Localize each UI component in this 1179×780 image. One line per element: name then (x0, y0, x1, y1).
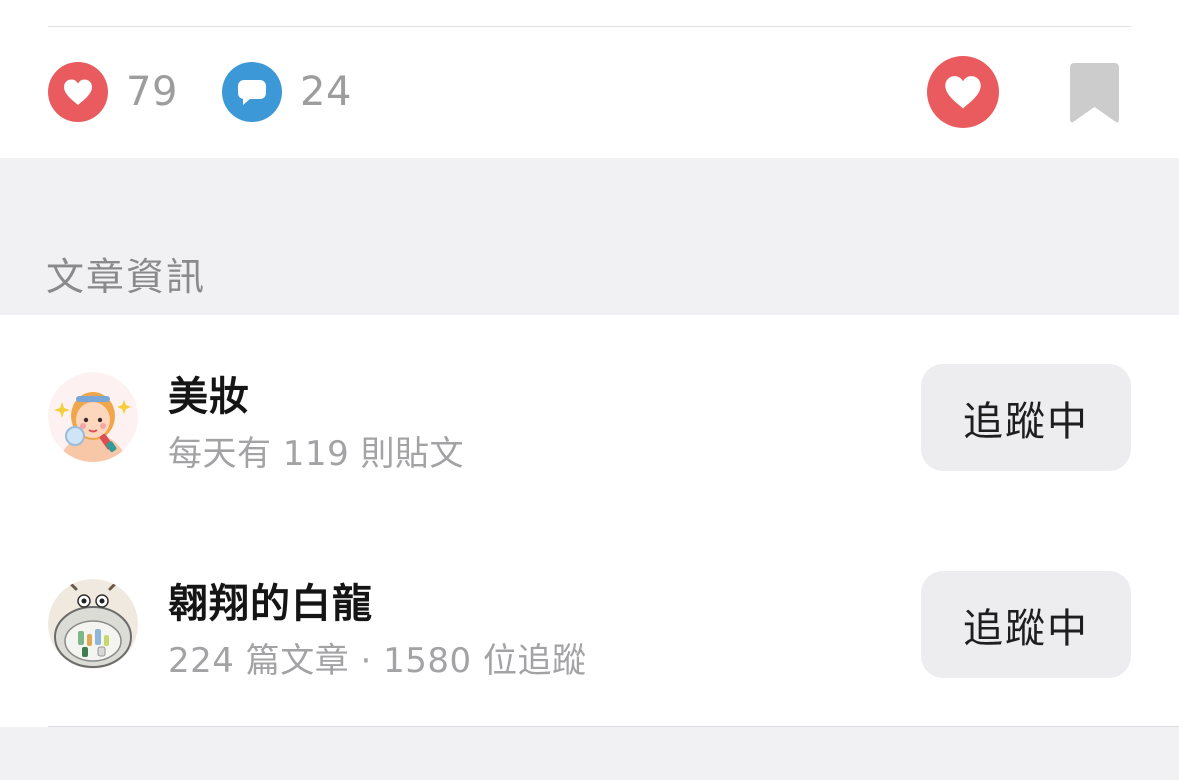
likes-stat[interactable]: 79 (48, 61, 178, 123)
like-button[interactable] (927, 56, 999, 128)
author-stats: 224 篇文章 · 1580 位追蹤 (168, 641, 587, 681)
section-title: 文章資訊 (46, 255, 207, 299)
section-header: 文章資訊 (0, 158, 1179, 315)
heart-icon (48, 62, 108, 122)
bottom-band (0, 727, 1179, 780)
heart-icon (945, 76, 981, 109)
comments-count: 24 (300, 69, 352, 115)
white-dragon-avatar (48, 579, 138, 669)
following-button[interactable]: 追蹤中 (921, 364, 1131, 471)
bookmark-icon (1070, 63, 1119, 123)
comments-stat[interactable]: 24 (222, 61, 352, 123)
following-button[interactable]: 追蹤中 (921, 571, 1131, 678)
author-name: 翱翔的白龍 (168, 581, 373, 627)
board-name: 美妝 (168, 374, 250, 420)
likes-count: 79 (126, 69, 178, 115)
article-info-list: 美妝 每天有 119 則貼文 追蹤中 翱翔的白龍 224 篇文章 · 1580 … (0, 315, 1179, 726)
post-footer-page: 79 24 文章資訊 美妝 每天有 119 則貼文 追蹤中 翱翔的白龍 224 … (0, 0, 1179, 780)
comment-bubble-icon (222, 62, 282, 122)
author-row[interactable]: 翱翔的白龍 224 篇文章 · 1580 位追蹤 追蹤中 (0, 557, 1179, 717)
action-bar: 79 24 (0, 27, 1179, 158)
makeup-girl-avatar (48, 372, 138, 462)
board-post-count: 每天有 119 則貼文 (168, 434, 465, 474)
board-row[interactable]: 美妝 每天有 119 則貼文 追蹤中 (0, 350, 1179, 510)
save-button[interactable] (1070, 63, 1119, 123)
